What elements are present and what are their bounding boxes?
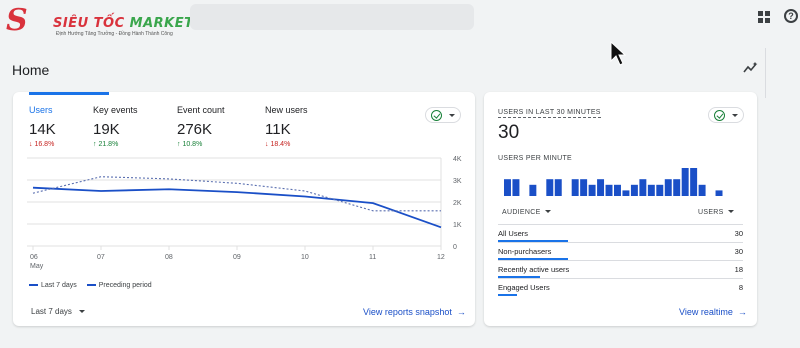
legend-swatch-solid: [29, 284, 38, 287]
minute-bar: [664, 179, 672, 196]
x-tick-label: 06: [30, 254, 38, 261]
minute-bar: [690, 168, 698, 196]
minute-bar: [512, 179, 520, 196]
brand-logo: S SIÊU TỐC MARKETING Định Hướng Tăng Trư…: [6, 3, 222, 38]
brand-tagline: Định Hướng Tăng Trưởng - Đồng Hành Thành…: [56, 31, 173, 37]
y-tick-label: 1K: [453, 222, 462, 229]
divider: [765, 48, 766, 98]
minute-bar: [588, 184, 596, 196]
minute-bar: [630, 184, 638, 196]
users-per-minute-bar-chart: [504, 168, 723, 196]
x-tick-label: 08: [165, 254, 173, 261]
view-realtime-link[interactable]: View realtime →: [679, 307, 747, 317]
minute-bar: [698, 184, 706, 196]
insights-icon[interactable]: [743, 61, 759, 75]
audience-column-header[interactable]: AUDIENCE: [502, 209, 551, 216]
minute-bar: [656, 184, 664, 196]
minute-bar: [605, 184, 613, 196]
realtime-card: USERS IN LAST 30 MINUTES 30 USERS PER MI…: [484, 92, 757, 326]
minute-bar: [571, 179, 579, 196]
minute-bar: [554, 179, 562, 196]
caret-down-icon: [732, 114, 738, 117]
realtime-title: USERS IN LAST 30 MINUTES: [498, 109, 601, 118]
legend-last-7-days: Last 7 days: [41, 282, 77, 289]
help-icon[interactable]: ?: [784, 9, 798, 23]
table-row[interactable]: All Users 30: [498, 224, 743, 242]
overview-card: Users 14K ↓ 16.8% Key events 19K ↑ 21.8%…: [13, 92, 475, 326]
legend-preceding-period: Preceding period: [98, 282, 152, 289]
page-title: Home: [12, 62, 50, 78]
y-tick-label: 0: [453, 244, 457, 251]
table-row[interactable]: Recently active users 18: [498, 260, 743, 278]
top-bar: S SIÊU TỐC MARKETING Định Hướng Tăng Trư…: [0, 0, 800, 38]
minute-bar: [614, 184, 621, 196]
x-tick-label: 09: [233, 254, 241, 261]
minute-bar: [715, 190, 723, 196]
minute-bar: [673, 179, 681, 196]
x-tick-label: 12: [437, 254, 445, 261]
minute-bar: [639, 179, 647, 196]
brand-name: SIÊU TỐC: [53, 16, 125, 31]
realtime-users-value: 30: [498, 122, 520, 143]
y-tick-label: 3K: [453, 178, 462, 185]
apps-grid-icon[interactable]: [758, 11, 770, 23]
caret-down-icon: [78, 310, 85, 313]
y-tick-label: 2K: [453, 200, 462, 207]
y-tick-label: 4K: [453, 156, 462, 163]
table-row[interactable]: Engaged Users 8: [498, 278, 743, 296]
users-per-minute-label: USERS PER MINUTE: [498, 155, 573, 162]
table-row[interactable]: Non-purchasers 30: [498, 242, 743, 260]
search-bar[interactable]: [190, 4, 474, 30]
row-bar: [498, 294, 517, 296]
arrow-right-icon: →: [456, 307, 466, 317]
date-range-dropdown[interactable]: Last 7 days: [31, 307, 85, 316]
users-column-header[interactable]: USERS: [698, 209, 734, 216]
users-line-chart: 4K 3K 2K 1K 0 06 07 08 09 10 11 12 May: [27, 156, 462, 270]
legend-swatch-dashed: [86, 284, 96, 287]
minute-bar: [597, 179, 605, 196]
minute-bar: [504, 179, 511, 196]
x-tick-label: 07: [97, 254, 105, 261]
x-tick-label: 11: [369, 254, 376, 261]
series-line-last-7-days: [32, 186, 442, 229]
minute-bar: [529, 184, 537, 196]
arrow-right-icon: →: [737, 307, 747, 317]
minute-bar: [681, 168, 689, 196]
minute-bar: [647, 184, 655, 196]
mouse-cursor-icon: [610, 41, 626, 66]
caret-down-icon: [544, 210, 551, 213]
minute-bar: [622, 190, 630, 196]
minute-bar: [546, 179, 554, 196]
caret-down-icon: [727, 210, 734, 213]
realtime-compare-button[interactable]: [708, 107, 744, 123]
x-tick-label: 10: [301, 254, 309, 261]
minute-bar: [580, 179, 588, 196]
check-circle-icon: [714, 110, 725, 121]
x-tick-sublabel: May: [30, 263, 44, 270]
view-reports-snapshot-link[interactable]: View reports snapshot →: [363, 307, 466, 317]
chart-legend: Last 7 days Preceding period: [29, 282, 152, 289]
